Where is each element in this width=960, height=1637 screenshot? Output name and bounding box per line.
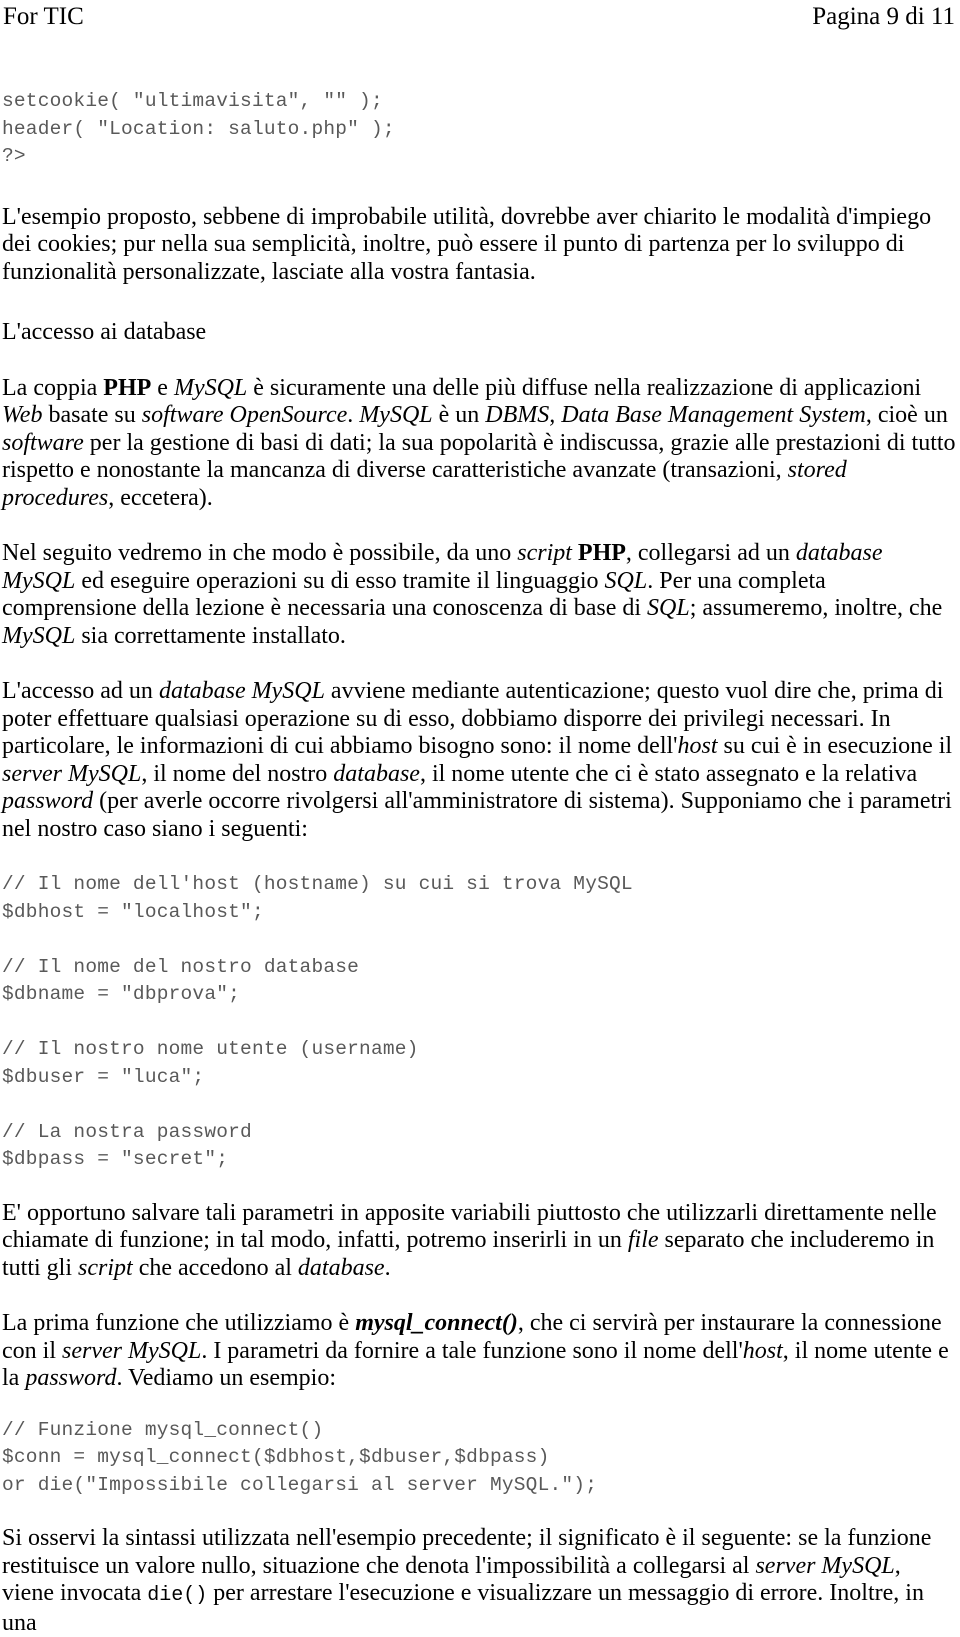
emphasis-mysql-connect-function: mysql_connect() (355, 1310, 518, 1336)
paragraph-sintassi-die: Si osservi la sintassi utilizzata nell'e… (2, 1525, 958, 1637)
emphasis-script: script (78, 1254, 133, 1281)
document-page: For TIC Pagina 9 di 11 setcookie( "ultim… (0, 0, 960, 1636)
text-run: che accedono al (132, 1254, 298, 1281)
text-run: sia correttamente installato. (75, 622, 346, 649)
emphasis-database: database (333, 760, 420, 787)
paragraph-php-mysql: La coppia PHP e MySQL è sicuramente una … (2, 375, 958, 513)
inline-code-die: die() (147, 1584, 208, 1607)
text-run: , eccetera). (108, 484, 213, 511)
header-page-number: Pagina 9 di 11 (812, 3, 955, 30)
paragraph-salvare-parametri: E' opportuno salvare tali parametri in a… (2, 1200, 958, 1283)
text-run: . I parametri da fornire a tale funzione… (201, 1337, 743, 1364)
text-run: su cui è in esecuzione il (717, 733, 953, 759)
paragraph-autenticazione-database: L'accesso ad un database MySQL avviene m… (2, 678, 958, 843)
emphasis-database-mysql: database MySQL (158, 678, 325, 704)
emphasis-software: software (2, 429, 84, 456)
text-run: (per averle occorre rivolgersi all'ammin… (2, 788, 952, 842)
emphasis-php: PHP (577, 540, 626, 566)
text-run: La prima funzione che utilizziamo è (2, 1310, 356, 1336)
emphasis-password: password (25, 1365, 117, 1391)
emphasis-mysql: MySQL (359, 402, 433, 428)
text-run: ed eseguire operazioni su di esso tramit… (75, 567, 605, 594)
header-document-title: For TIC (3, 3, 84, 30)
text-run: , il nome del nostro (141, 760, 334, 787)
emphasis-password: password (2, 788, 94, 814)
text-run: è sicuramente una delle più diffuse nell… (247, 374, 922, 401)
emphasis-server-mysql: server MySQL (62, 1337, 202, 1364)
text-run: , collegarsi ad un (625, 540, 796, 566)
paragraph-mysql-connect-intro: La prima funzione che utilizziamo è mysq… (2, 1310, 958, 1393)
text-run: basate su (42, 402, 142, 428)
emphasis-mysql: MySQL (173, 374, 248, 401)
text-run: , il nome utente che ci è stato assegnat… (419, 760, 918, 787)
text-run: ; assumeremo, inoltre, che (689, 595, 943, 621)
code-block-mysql-connect: // Funzione mysql_connect() $conn = mysq… (2, 1418, 598, 1496)
text-run: La coppia (2, 374, 104, 401)
emphasis-server-mysql: server MySQL (755, 1552, 895, 1579)
emphasis-software-opensource: software OpenSource (141, 402, 348, 428)
emphasis-mysql: MySQL (2, 622, 76, 649)
emphasis-web: Web (2, 402, 43, 428)
text-run: Nel seguito vedremo in che modo è possib… (2, 540, 518, 566)
paragraph-esempio-cookies: L'esempio proposto, sebbene di improbabi… (2, 203, 932, 285)
emphasis-server-mysql: server MySQL (2, 760, 142, 787)
text-run: e (151, 374, 174, 401)
page-running-header: For TIC Pagina 9 di 11 (2, 0, 958, 32)
text-run: . (347, 402, 360, 428)
emphasis-database: database (297, 1254, 385, 1281)
text-run: . Vediamo un esempio: (116, 1365, 336, 1391)
text-run: è un (432, 402, 486, 428)
emphasis-php: PHP (103, 374, 152, 401)
emphasis-script: script (517, 540, 572, 566)
emphasis-host: host (742, 1337, 783, 1364)
section-heading-accesso-database: L'accesso ai database (2, 319, 207, 345)
emphasis-dbms: DBMS, Data Base Management System (485, 402, 866, 428)
text-run: L'accesso ad un (2, 678, 159, 704)
emphasis-host: host (677, 733, 718, 759)
code-block-cookie-redirect: setcookie( "ultimavisita", "" ); header(… (2, 90, 395, 167)
text-run: , cioè un (865, 402, 948, 428)
emphasis-sql: SQL (604, 567, 648, 594)
paragraph-script-php-collegamento: Nel seguito vedremo in che modo è possib… (2, 540, 958, 650)
code-block-db-parameters: // Il nome dell'host (hostname) su cui s… (2, 873, 633, 1170)
text-run: . (384, 1254, 391, 1281)
emphasis-file: file (627, 1227, 659, 1253)
emphasis-sql: SQL (647, 595, 690, 621)
